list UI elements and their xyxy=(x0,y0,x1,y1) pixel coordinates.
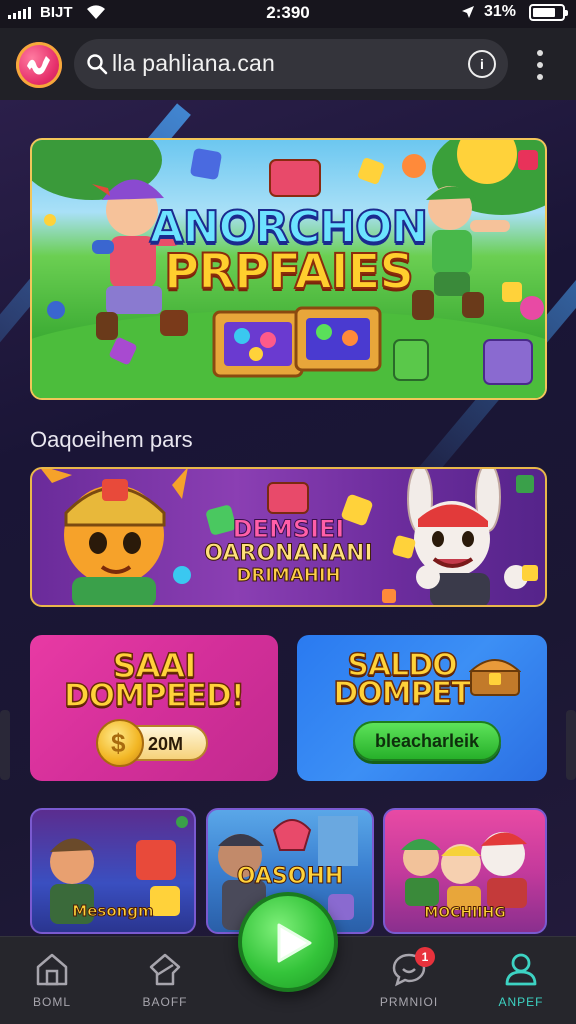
game-card[interactable]: Mesongm xyxy=(30,808,196,934)
location-icon xyxy=(462,6,474,18)
battery-percent: 31% xyxy=(484,3,517,20)
nav-item-home[interactable]: BOML xyxy=(2,951,102,1015)
main-content: ANORCHON PRPFAIES Oaqoeihem pars DEMSIEI… xyxy=(0,100,576,936)
coin-icon: $ xyxy=(96,719,144,767)
scroll-tab-left[interactable] xyxy=(0,710,10,780)
notification-badge: 1 xyxy=(415,947,435,967)
info-icon[interactable]: i xyxy=(468,50,496,78)
nav-label-messages: PRMNIOI xyxy=(379,995,439,1009)
treasure-chest-icon xyxy=(469,659,521,696)
wallet-action-button[interactable]: bleacharleik xyxy=(353,721,501,761)
play-icon xyxy=(277,923,312,963)
game-label: MOCHIIHG xyxy=(424,905,506,921)
nav-label-profile: ANPEF xyxy=(498,995,544,1009)
browser-toolbar: lla pahliana.can i xyxy=(0,28,576,100)
more-menu-icon[interactable] xyxy=(532,50,548,80)
wallet-tile[interactable]: SALDO DOMPET bleacharleik xyxy=(297,635,547,781)
game-card[interactable]: MOCHIIHG xyxy=(383,808,547,934)
balance-amount: 20M xyxy=(148,734,184,754)
tag-icon xyxy=(149,953,181,986)
game-label: OASOHH xyxy=(236,864,344,889)
search-icon xyxy=(87,54,108,75)
nav-item-profile[interactable]: ANPEF xyxy=(471,951,571,1015)
nav-label-home: BOML xyxy=(32,995,71,1009)
promo-line2: OARONANANI xyxy=(204,541,373,566)
hero-title-line2: PRPFAIES xyxy=(163,244,415,300)
section-title: Oaqoeihem pars xyxy=(30,427,193,452)
nav-label-explore: BAOFF xyxy=(142,995,188,1009)
promo-line3: DRIMAHIH xyxy=(236,565,341,586)
address-bar[interactable]: lla pahliana.can i xyxy=(74,39,508,89)
app-logo-icon[interactable] xyxy=(16,42,62,88)
home-icon xyxy=(36,953,68,986)
game-label: Mesongm xyxy=(72,902,154,920)
hero-banner[interactable]: ANORCHON PRPFAIES xyxy=(30,138,547,400)
status-bar: BIJT 2:390 31% xyxy=(0,0,576,28)
bonus-tile[interactable]: SAAI DOMPEED! 20M $ xyxy=(30,635,278,781)
play-button[interactable] xyxy=(238,892,338,992)
scroll-tab-right[interactable] xyxy=(566,710,576,780)
treasure-boxes xyxy=(212,306,382,378)
url-text: lla pahliana.can xyxy=(112,50,276,76)
nav-item-explore[interactable]: BAOFF xyxy=(115,951,215,1015)
profile-icon xyxy=(505,953,537,986)
promo-line1: DEMSIEI xyxy=(232,515,345,543)
nav-item-messages[interactable]: 1 PRMNIOI xyxy=(359,947,459,1015)
battery-icon xyxy=(529,4,568,21)
bonus-tile-title-line2: DOMPEED! xyxy=(63,678,245,714)
promo-banner[interactable]: DEMSIEI OARONANANI DRIMAHIH xyxy=(30,467,547,607)
